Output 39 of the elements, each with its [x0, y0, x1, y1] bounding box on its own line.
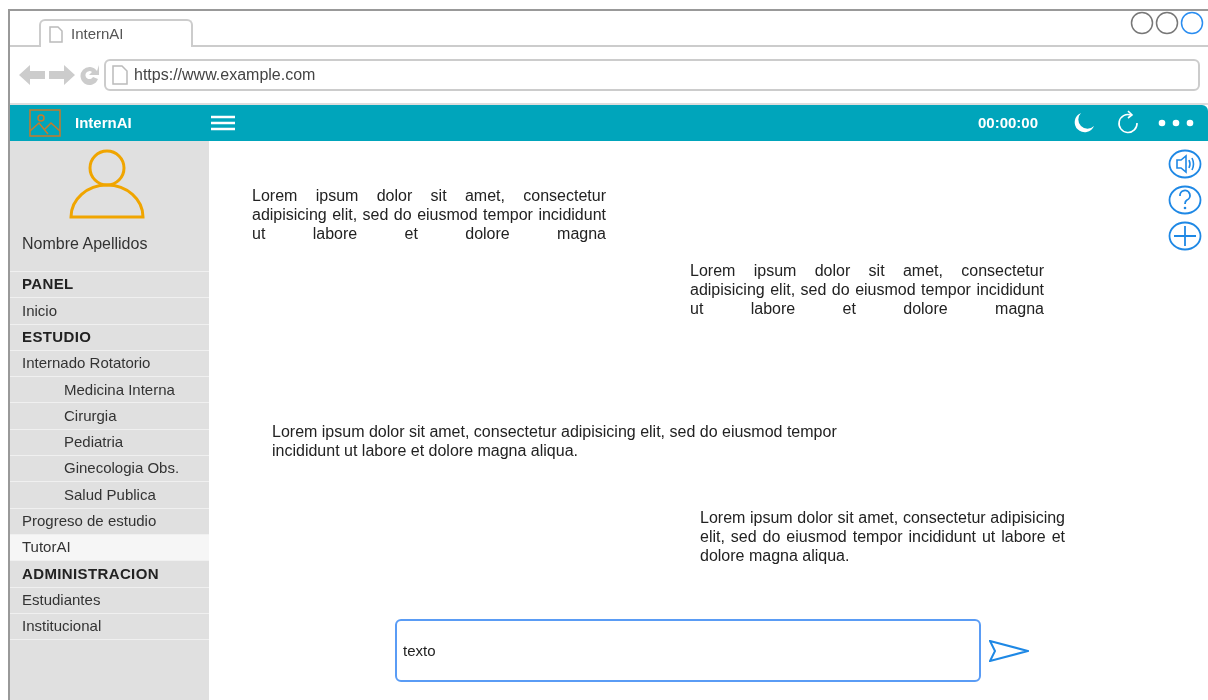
- menu-icon[interactable]: [209, 114, 236, 132]
- moon-icon[interactable]: [1072, 111, 1096, 135]
- send-icon[interactable]: [989, 639, 1029, 662]
- sidebar-item[interactable]: Estudiantes: [10, 587, 209, 614]
- chat-message: Lorem ipsum dolor sit amet, consectetur adipisicing elit, sed do eiusmod tempor incididunt ut labore et dolore magna aliqua.: [272, 422, 838, 460]
- reload-icon[interactable]: [78, 64, 102, 86]
- sidebar-subitem[interactable]: Cirurgia: [10, 403, 209, 430]
- message-input[interactable]: texto: [395, 619, 981, 682]
- sidebar-item[interactable]: Progreso de estudio: [10, 508, 209, 535]
- sidebar-subitem[interactable]: Pediatria: [10, 429, 209, 457]
- window-controls-icon[interactable]: [1130, 11, 1206, 35]
- image-icon: [29, 109, 61, 137]
- sidebar-subitem[interactable]: Medicina Interna: [10, 377, 209, 404]
- sidebar-heading: ADMINISTRACION: [10, 561, 209, 588]
- sidebar-heading: ESTUDIO: [10, 324, 209, 351]
- timer: 00:00:00: [977, 112, 1038, 133]
- add-icon[interactable]: [1168, 221, 1202, 251]
- address-bar[interactable]: https://www.example.com: [104, 59, 1200, 91]
- user-name: Nombre Apellidos: [22, 234, 149, 254]
- forward-arrow-icon[interactable]: [48, 64, 76, 86]
- app-title: InternAI: [75, 112, 132, 133]
- sidebar-item[interactable]: Institucional: [10, 613, 209, 641]
- speaker-icon[interactable]: [1168, 149, 1202, 179]
- page-icon: [112, 65, 128, 85]
- sidebar-item[interactable]: Internado Rotatorio: [10, 350, 209, 378]
- browser-tab[interactable]: InternAI: [39, 19, 193, 47]
- sidebar-item[interactable]: TutorAI: [10, 534, 209, 562]
- sidebar-subitem[interactable]: Ginecologia Obs.: [10, 456, 209, 483]
- more-icon[interactable]: [1158, 119, 1194, 127]
- sidebar-heading: PANEL: [10, 272, 209, 299]
- user-avatar-icon: [68, 149, 146, 219]
- chat-message: Lorem ipsum dolor sit amet, consectetur adipisicing elit, sed do eiusmod tempor incididunt ut labore et dolore magna: [690, 261, 1044, 318]
- page-icon: [49, 25, 63, 43]
- chat-message: Lorem ipsum dolor sit amet, consectetur adipisicing elit, sed do eiusmod tempor incididunt ut labore et dolore magna aliqua.: [700, 508, 1065, 565]
- help-icon[interactable]: [1168, 185, 1202, 215]
- back-arrow-icon[interactable]: [18, 64, 46, 86]
- sidebar-subitem[interactable]: Salud Publica: [10, 482, 209, 509]
- chat-message: Lorem ipsum dolor sit amet, consectetur adipisicing elit, sed do eiusmod tempor incididunt ut labore et dolore magna: [252, 186, 606, 243]
- sidebar-item[interactable]: Inicio: [10, 298, 209, 325]
